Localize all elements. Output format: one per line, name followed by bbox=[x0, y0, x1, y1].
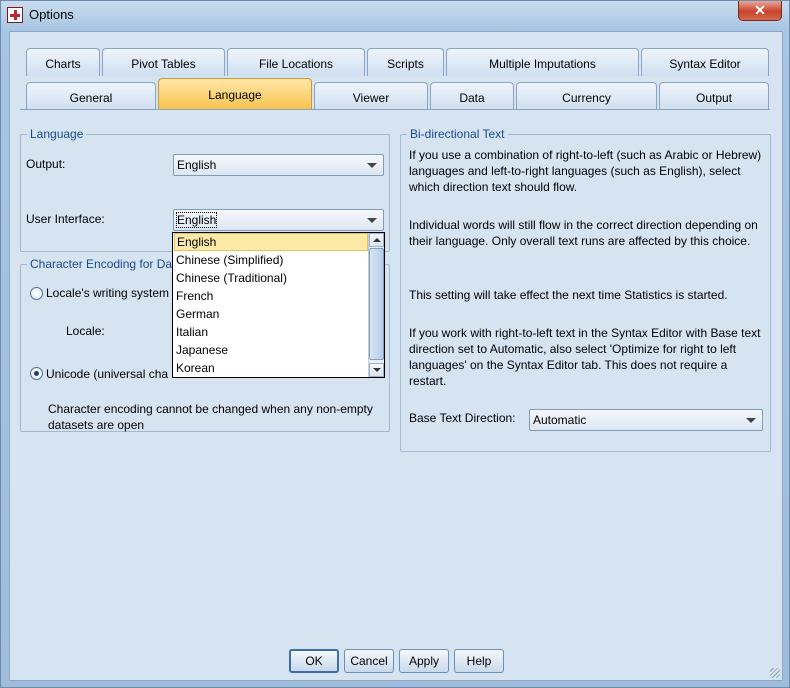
locale-label: Locale: bbox=[66, 324, 105, 338]
tab-output[interactable]: Output bbox=[659, 82, 769, 110]
title-bar: Options ✕ bbox=[1, 1, 789, 29]
locale-writing-system-label: Locale's writing system bbox=[46, 286, 169, 300]
dropdown-option[interactable]: German bbox=[174, 305, 368, 323]
base-text-direction-label: Base Text Direction: bbox=[409, 411, 516, 425]
cancel-button[interactable]: Cancel bbox=[344, 649, 394, 673]
bidi-paragraph-3: This setting will take effect the next t… bbox=[409, 288, 728, 302]
dialog-client: Charts Pivot Tables File Locations Scrip… bbox=[9, 31, 783, 681]
output-label: Output: bbox=[26, 157, 66, 171]
tab-language[interactable]: Language bbox=[158, 78, 312, 110]
chevron-down-icon bbox=[367, 218, 377, 223]
base-text-direction-value: Automatic bbox=[533, 413, 587, 427]
tab-general[interactable]: General bbox=[26, 82, 156, 110]
dropdown-option[interactable]: Chinese (Traditional) bbox=[174, 269, 368, 287]
output-language-select[interactable]: English bbox=[173, 154, 384, 176]
tab-panel-border bbox=[20, 109, 770, 110]
window-title: Options bbox=[29, 7, 74, 22]
dropdown-scrollbar[interactable] bbox=[368, 233, 384, 377]
output-language-value: English bbox=[177, 158, 217, 172]
apply-button[interactable]: Apply bbox=[399, 649, 449, 673]
unicode-radio[interactable] bbox=[30, 367, 43, 380]
bidi-paragraph-1: If you use a combination of right-to-lef… bbox=[409, 148, 762, 194]
help-button[interactable]: Help bbox=[454, 649, 504, 673]
language-group-title: Language bbox=[27, 127, 87, 141]
dropdown-option[interactable]: French bbox=[174, 287, 368, 305]
tab-currency[interactable]: Currency bbox=[516, 82, 657, 110]
bidirectional-text-group-title: Bi-directional Text bbox=[407, 127, 508, 141]
tab-pivot-tables[interactable]: Pivot Tables bbox=[102, 48, 225, 76]
dropdown-option[interactable]: Italian bbox=[174, 323, 368, 341]
tab-multiple-imputations[interactable]: Multiple Imputations bbox=[446, 48, 639, 76]
user-interface-language-select[interactable]: English bbox=[173, 209, 384, 231]
user-interface-dropdown-list[interactable]: English Chinese (Simplified) Chinese (Tr… bbox=[172, 232, 385, 378]
character-encoding-group-title: Character Encoding for Da bbox=[27, 257, 176, 271]
close-button[interactable]: ✕ bbox=[738, 1, 782, 21]
scroll-down-icon[interactable] bbox=[369, 363, 384, 377]
dropdown-option[interactable]: Chinese (Simplified) bbox=[174, 251, 368, 269]
user-interface-language-value: English bbox=[175, 212, 218, 228]
dropdown-option[interactable]: Japanese bbox=[174, 341, 368, 359]
bidi-paragraph-2: Individual words will still flow in the … bbox=[409, 218, 758, 248]
chevron-down-icon bbox=[746, 418, 756, 423]
unicode-label: Unicode (universal cha bbox=[46, 367, 169, 381]
locale-writing-system-radio[interactable] bbox=[30, 287, 43, 300]
tab-syntax-editor[interactable]: Syntax Editor bbox=[641, 48, 769, 76]
base-text-direction-select[interactable]: Automatic bbox=[529, 409, 763, 431]
app-icon bbox=[7, 7, 23, 23]
resize-grip-icon[interactable] bbox=[770, 668, 780, 678]
tab-data[interactable]: Data bbox=[430, 82, 514, 110]
scroll-thumb[interactable] bbox=[369, 248, 384, 360]
tab-viewer[interactable]: Viewer bbox=[314, 82, 428, 110]
encoding-note: Character encoding cannot be changed whe… bbox=[48, 402, 373, 432]
bidi-paragraph-4: If you work with right-to-left text in t… bbox=[409, 326, 761, 388]
chevron-down-icon bbox=[367, 163, 377, 168]
tab-charts[interactable]: Charts bbox=[26, 48, 100, 76]
scroll-up-icon[interactable] bbox=[369, 233, 384, 247]
tab-file-locations[interactable]: File Locations bbox=[227, 48, 365, 76]
user-interface-label: User Interface: bbox=[26, 212, 105, 226]
tab-scripts[interactable]: Scripts bbox=[367, 48, 444, 76]
options-window: Options ✕ Charts Pivot Tables File Locat… bbox=[0, 0, 790, 688]
dropdown-option[interactable]: Korean bbox=[174, 359, 368, 377]
ok-button[interactable]: OK bbox=[289, 649, 339, 673]
dropdown-option[interactable]: English bbox=[174, 233, 368, 251]
